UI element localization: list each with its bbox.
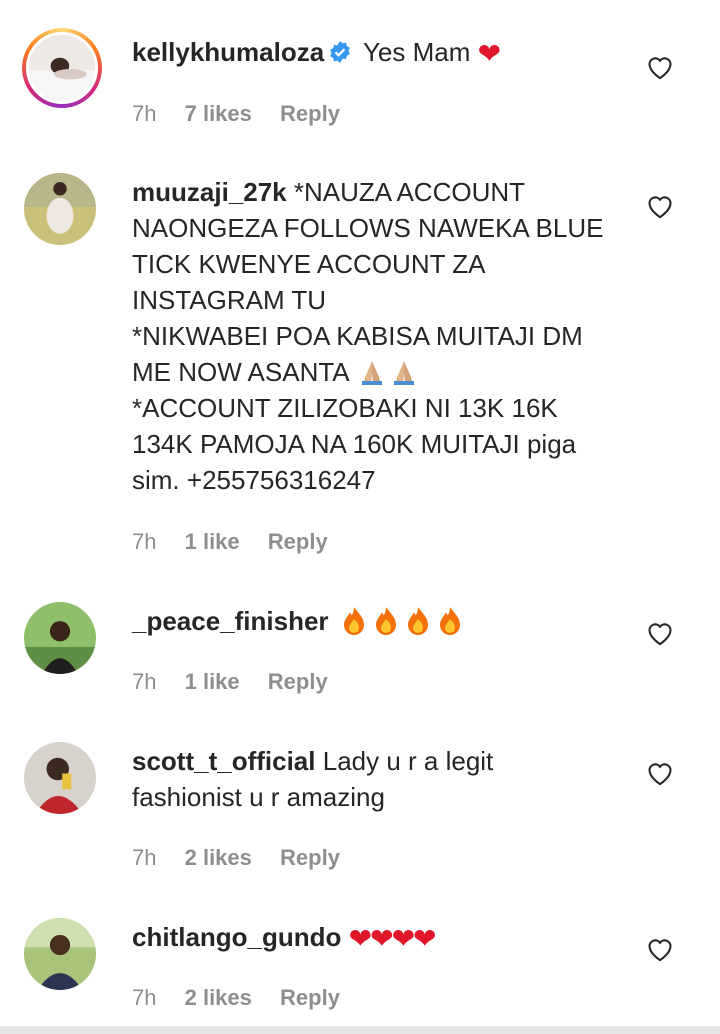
red-heart-emoji-icon: ❤❤❤❤: [348, 923, 437, 954]
reply-button[interactable]: Reply: [268, 529, 328, 554]
comment-meta: 7h 1 like Reply: [132, 529, 350, 555]
likes-count[interactable]: 7 likes: [185, 101, 252, 126]
avatar[interactable]: [24, 918, 96, 990]
comment-line: sim. +255756316247: [132, 465, 376, 495]
likes-count[interactable]: 2 likes: [185, 985, 252, 1010]
reply-button[interactable]: Reply: [280, 101, 340, 126]
verified-badge-icon: [328, 37, 352, 73]
bottom-divider: [0, 1026, 720, 1034]
red-heart-emoji-icon: ❤: [477, 38, 502, 69]
comment-line: 134K PAMOJA NA 160K MUITAJI piga: [132, 429, 577, 459]
comment-text: muuzaji_27k *NAUZA ACCOUNT NAONGEZA FOLL…: [132, 174, 632, 498]
like-heart-icon[interactable]: [646, 936, 674, 962]
fire-emoji-icon: [340, 605, 368, 635]
timestamp: 7h: [132, 669, 157, 694]
comment-text: kellykhumaloza Yes Mam ❤: [132, 34, 632, 73]
avatar[interactable]: [22, 28, 102, 108]
comment-meta: 7h 7 likes Reply: [132, 101, 362, 127]
likes-count[interactable]: 1 like: [185, 669, 240, 694]
timestamp: 7h: [132, 101, 157, 126]
comment-line: *ACCOUNT ZILIZOBAKI NI 13K 16K: [132, 393, 558, 423]
comment-line: Lady u r a legit: [322, 746, 494, 776]
comment-line: *NIKWABEI POA KABISA MUITAJI DM: [132, 321, 583, 351]
likes-count[interactable]: 1 like: [185, 529, 240, 554]
like-heart-icon[interactable]: [646, 760, 674, 786]
reply-button[interactable]: Reply: [268, 669, 328, 694]
comment-meta: 7h 1 like Reply: [132, 669, 350, 695]
timestamp: 7h: [132, 985, 157, 1010]
like-heart-icon[interactable]: [646, 54, 674, 80]
comment-line: NAONGEZA FOLLOWS NAWEKA BLUE: [132, 213, 604, 243]
fire-emoji-icon: [404, 605, 432, 635]
likes-count[interactable]: 2 likes: [185, 845, 252, 870]
folded-hands-emoji-icon: [357, 355, 387, 385]
timestamp: 7h: [132, 845, 157, 870]
folded-hands-emoji-icon: [389, 355, 419, 385]
like-heart-icon[interactable]: [646, 193, 674, 219]
comment-text: _peace_finisher: [132, 603, 632, 639]
fire-emoji-icon: [436, 605, 464, 635]
comment-meta: 7h 2 likes Reply: [132, 985, 362, 1011]
reply-button[interactable]: Reply: [280, 845, 340, 870]
avatar[interactable]: [24, 742, 96, 814]
comment-meta: 7h 2 likes Reply: [132, 845, 362, 871]
avatar[interactable]: [24, 173, 96, 245]
reply-button[interactable]: Reply: [280, 985, 340, 1010]
timestamp: 7h: [132, 529, 157, 554]
comment-line: TICK KWENYE ACCOUNT ZA: [132, 249, 486, 279]
avatar[interactable]: [24, 602, 96, 674]
comment-line: ME NOW ASANTA: [132, 357, 349, 387]
comment-line: INSTAGRAM TU: [132, 285, 327, 315]
username[interactable]: _peace_finisher: [132, 606, 329, 636]
comment-body: Yes Mam: [362, 37, 471, 67]
like-heart-icon[interactable]: [646, 620, 674, 646]
username[interactable]: scott_t_official: [132, 746, 316, 776]
comment-line: *NAUZA ACCOUNT: [293, 177, 526, 207]
username[interactable]: chitlango_gundo: [132, 922, 341, 952]
username[interactable]: muuzaji_27k: [132, 177, 287, 207]
fire-emoji-icon: [372, 605, 400, 635]
comment-text: chitlango_gundo ❤❤❤❤: [132, 919, 632, 957]
comment-text: scott_t_official Lady u r a legit fashio…: [132, 743, 632, 815]
username[interactable]: kellykhumaloza: [132, 37, 324, 67]
comment-line: fashionist u r amazing: [132, 782, 385, 812]
